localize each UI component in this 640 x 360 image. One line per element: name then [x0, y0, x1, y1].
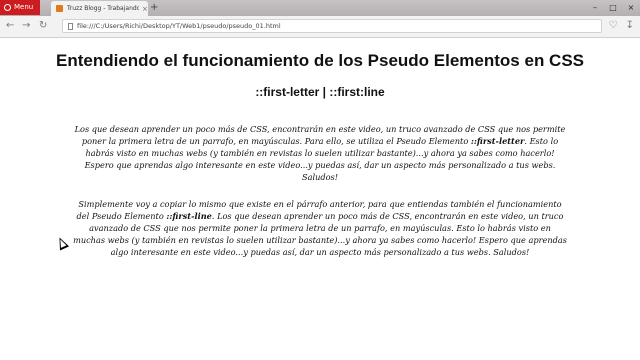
browser-tab[interactable]: Truzz Blogg - Trabajando c × [51, 1, 148, 16]
mouse-cursor-icon [54, 235, 70, 251]
window-controls: – □ × [586, 0, 640, 15]
reload-icon[interactable]: ↻ [39, 19, 47, 33]
url-input[interactable]: file:///C:/Users/Richi/Desktop/YT/Web1/p… [62, 19, 602, 33]
tab-close-icon[interactable]: × [142, 5, 148, 13]
back-icon[interactable]: ← [6, 19, 14, 33]
paragraph-first-letter: Los que desean aprender un poco más de C… [72, 123, 568, 183]
page-subtitle: ::first-letter | ::first:line [255, 85, 385, 99]
paragraph1-keyword: ::first-letter [470, 136, 525, 146]
menu-button[interactable]: Menu [0, 0, 40, 15]
paragraph-first-line: Simplemente voy a copiar lo mismo que ex… [72, 198, 568, 258]
page-title: Entendiendo el funcionamiento de los Pse… [55, 51, 585, 70]
page-icon [68, 22, 73, 30]
menu-label: Menu [14, 3, 34, 11]
close-window-button[interactable]: × [622, 0, 640, 15]
tab-title: Truzz Blogg - Trabajando c [67, 5, 139, 12]
tab-bar: Menu Truzz Blogg - Trabajando c × + – □ … [0, 0, 640, 16]
minimize-button[interactable]: – [586, 0, 604, 15]
new-tab-button[interactable]: + [150, 2, 158, 14]
forward-icon[interactable]: → [22, 19, 30, 33]
url-text: file:///C:/Users/Richi/Desktop/YT/Web1/p… [77, 22, 281, 30]
download-icon[interactable]: ↧ [626, 19, 634, 33]
address-bar: ← → ↻ file:///C:/Users/Richi/Desktop/YT/… [0, 16, 640, 38]
favicon-icon [56, 5, 63, 12]
toolbar-right: ♡ ↧ [609, 19, 634, 33]
heart-icon[interactable]: ♡ [609, 19, 618, 33]
maximize-button[interactable]: □ [604, 0, 622, 15]
paragraph2-keyword: ::first-line [166, 211, 212, 221]
opera-logo-icon [4, 4, 11, 11]
